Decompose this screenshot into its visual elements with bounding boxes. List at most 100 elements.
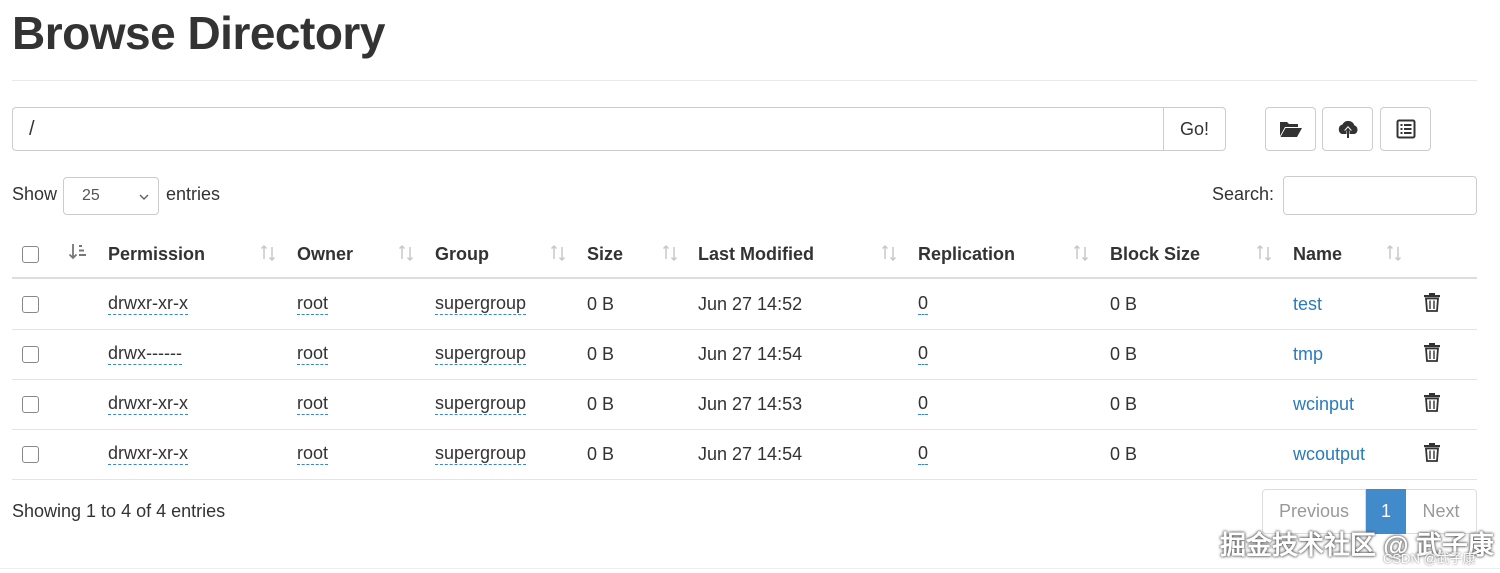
size-value: 0 B	[587, 294, 615, 314]
block-size-value: 0 B	[1110, 444, 1138, 464]
table-row: drwxr-xr-x root supergroup 0 B Jun 27 14…	[12, 380, 1477, 430]
sort-both-icon	[1073, 244, 1089, 267]
replication-value[interactable]: 0	[918, 443, 929, 466]
entries-per-page-select[interactable]: 25	[63, 177, 159, 215]
table-row: drwx------ root supergroup 0 B Jun 27 14…	[12, 330, 1477, 380]
table-info: Showing 1 to 4 of 4 entries	[12, 501, 226, 521]
column-header-group[interactable]: Group	[435, 232, 489, 277]
replication-value[interactable]: 0	[918, 393, 929, 416]
watermark-small: CSDN @武子康	[1383, 551, 1476, 566]
group-cell: supergroup	[435, 430, 527, 479]
column-header-name[interactable]: Name	[1293, 232, 1342, 277]
trash-icon	[1423, 292, 1441, 317]
trash-icon	[1423, 442, 1441, 467]
row-checkbox-cell	[22, 430, 39, 479]
title-divider	[12, 80, 1477, 81]
permission-value[interactable]: drwxr-xr-x	[108, 293, 188, 316]
permission-value[interactable]: drwxr-xr-x	[108, 443, 188, 466]
select-all-checkbox[interactable]	[22, 246, 39, 263]
row-checkbox-cell	[22, 380, 39, 429]
group-cell: supergroup	[435, 380, 527, 429]
table-header: Permission Owner Group Size Last Modifie…	[12, 232, 1477, 279]
table-row: drwxr-xr-x root supergroup 0 B Jun 27 14…	[12, 280, 1477, 330]
sort-both-icon	[662, 244, 678, 267]
group-value[interactable]: supergroup	[435, 343, 527, 366]
permission-cell: drwx------	[108, 330, 182, 379]
row-checkbox-cell	[22, 280, 39, 329]
sort-both-icon	[550, 244, 566, 267]
owner-value[interactable]: root	[297, 343, 329, 366]
bottom-divider	[0, 568, 1500, 569]
delete-button[interactable]	[1423, 280, 1441, 329]
row-checkbox[interactable]	[22, 346, 39, 363]
permission-cell: drwxr-xr-x	[108, 430, 188, 479]
trash-icon	[1423, 392, 1441, 417]
owner-value[interactable]: root	[297, 443, 329, 466]
size-value: 0 B	[587, 344, 615, 364]
owner-value[interactable]: root	[297, 393, 329, 416]
list-view-button[interactable]	[1380, 107, 1431, 151]
column-header-permission[interactable]: Permission	[108, 232, 205, 277]
delete-button[interactable]	[1423, 330, 1441, 379]
sort-both-icon	[1386, 244, 1402, 267]
group-cell: supergroup	[435, 330, 527, 379]
column-header-block-size[interactable]: Block Size	[1110, 232, 1200, 277]
path-bar: Go!	[12, 107, 1226, 151]
delete-button[interactable]	[1423, 380, 1441, 429]
size-value: 0 B	[587, 394, 615, 414]
file-name-link[interactable]: wcoutput	[1293, 430, 1365, 479]
sort-both-icon	[881, 244, 897, 267]
delete-button[interactable]	[1423, 430, 1441, 479]
permission-value[interactable]: drwxr-xr-x	[108, 393, 188, 416]
chevron-down-icon	[138, 190, 150, 208]
folder-open-icon	[1279, 119, 1303, 139]
file-name-link[interactable]: tmp	[1293, 330, 1323, 379]
owner-cell: root	[297, 330, 329, 379]
group-value[interactable]: supergroup	[435, 393, 527, 416]
sort-both-icon	[398, 244, 414, 267]
replication-cell: 0	[918, 280, 929, 329]
replication-value[interactable]: 0	[918, 343, 929, 366]
row-checkbox[interactable]	[22, 446, 39, 463]
column-header-owner[interactable]: Owner	[297, 232, 353, 277]
search-label: Search:	[1212, 184, 1275, 204]
entries-label: entries	[166, 184, 221, 204]
file-name-link[interactable]: wcinput	[1293, 380, 1354, 429]
sort-default-cell[interactable]	[68, 232, 90, 277]
row-checkbox[interactable]	[22, 296, 39, 313]
replication-value[interactable]: 0	[918, 293, 929, 316]
sort-both-icon	[1256, 244, 1272, 267]
owner-cell: root	[297, 380, 329, 429]
permission-value[interactable]: drwx------	[108, 343, 182, 366]
sort-ascending-icon	[68, 242, 90, 267]
row-checkbox-cell	[22, 330, 39, 379]
table-row: drwxr-xr-x root supergroup 0 B Jun 27 14…	[12, 430, 1477, 480]
last-modified-value: Jun 27 14:54	[698, 444, 803, 464]
replication-cell: 0	[918, 330, 929, 379]
show-label: Show	[12, 184, 58, 204]
permission-cell: drwxr-xr-x	[108, 280, 188, 329]
owner-cell: root	[297, 280, 329, 329]
row-checkbox[interactable]	[22, 396, 39, 413]
go-button[interactable]: Go!	[1163, 107, 1226, 151]
group-value[interactable]: supergroup	[435, 293, 527, 316]
last-modified-value: Jun 27 14:54	[698, 344, 803, 364]
column-header-replication[interactable]: Replication	[918, 232, 1015, 277]
owner-value[interactable]: root	[297, 293, 329, 316]
cloud-upload-icon	[1336, 119, 1360, 139]
permission-cell: drwxr-xr-x	[108, 380, 188, 429]
search-input[interactable]	[1283, 176, 1477, 215]
create-directory-button[interactable]	[1265, 107, 1316, 151]
group-value[interactable]: supergroup	[435, 443, 527, 466]
column-header-last-modified[interactable]: Last Modified	[698, 232, 814, 277]
upload-button[interactable]	[1322, 107, 1373, 151]
page-title: Browse Directory	[12, 7, 385, 59]
select-all-cell	[22, 232, 39, 277]
group-cell: supergroup	[435, 280, 527, 329]
file-name-link[interactable]: test	[1293, 280, 1322, 329]
last-modified-value: Jun 27 14:52	[698, 294, 803, 314]
block-size-value: 0 B	[1110, 394, 1138, 414]
owner-cell: root	[297, 430, 329, 479]
column-header-size[interactable]: Size	[587, 232, 623, 277]
path-input[interactable]	[12, 107, 1163, 151]
